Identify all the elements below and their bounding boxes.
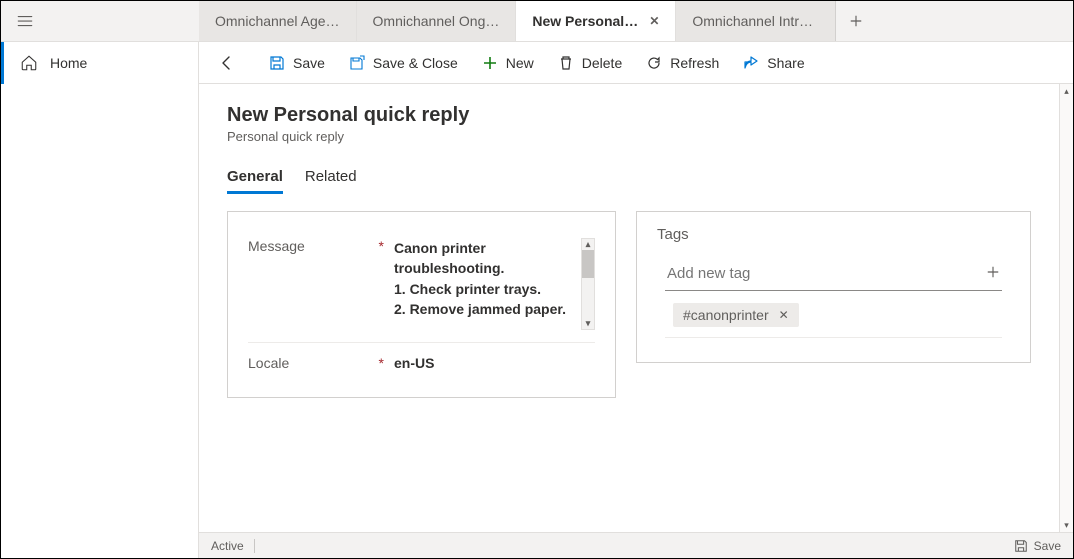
page-subtitle: Personal quick reply — [227, 129, 1031, 144]
tags-panel: Tags #canonprinter ✕ — [636, 211, 1031, 363]
delete-button[interactable]: Delete — [548, 49, 632, 77]
tab-general[interactable]: General — [227, 164, 283, 194]
tab-omnichannel-intraday[interactable]: Omnichannel Intra… — [676, 1, 836, 41]
scroll-up-icon[interactable]: ▴ — [1060, 84, 1073, 98]
save-icon — [269, 55, 285, 71]
scroll-down-icon[interactable]: ▾ — [1060, 518, 1073, 532]
statusbar-save-button[interactable]: Save — [1014, 539, 1061, 553]
refresh-button[interactable]: Refresh — [636, 49, 729, 77]
plus-icon — [482, 55, 498, 71]
content-area: New Personal quick reply Personal quick … — [199, 84, 1059, 532]
content-scrollbar[interactable]: ▴ ▾ — [1059, 84, 1073, 532]
hamburger-menu[interactable] — [1, 1, 49, 41]
add-tab-button[interactable] — [836, 1, 876, 41]
tags-title: Tags — [657, 226, 1010, 243]
message-text: Canon printer troubleshooting. 1. Check … — [394, 238, 581, 330]
add-tag-button[interactable] — [986, 263, 1000, 284]
refresh-icon — [646, 55, 662, 71]
general-panel: Message * Canon printer troubleshooting.… — [227, 211, 616, 398]
plus-icon — [849, 14, 863, 28]
remove-tag-icon[interactable]: ✕ — [779, 308, 789, 322]
save-close-button[interactable]: Save & Close — [339, 49, 468, 77]
save-icon — [1014, 539, 1028, 553]
message-label: Message * — [248, 238, 394, 254]
command-bar: Save Save & Close New Delete Refresh — [199, 42, 1073, 84]
add-tag-row[interactable] — [665, 257, 1002, 291]
tag-chip[interactable]: #canonprinter ✕ — [673, 303, 799, 327]
tab-related[interactable]: Related — [305, 164, 357, 194]
save-button[interactable]: Save — [259, 49, 335, 77]
back-button[interactable] — [211, 49, 243, 77]
sidebar: Home — [1, 42, 199, 558]
sidebar-item-label: Home — [50, 55, 87, 71]
new-button[interactable]: New — [472, 49, 544, 77]
hamburger-icon — [16, 12, 34, 30]
message-field[interactable]: Canon printer troubleshooting. 1. Check … — [394, 238, 595, 330]
locale-label: Locale * — [248, 355, 394, 371]
message-scrollbar[interactable]: ▴ ▾ — [581, 238, 595, 330]
required-indicator: * — [379, 238, 384, 254]
page-title: New Personal quick reply — [227, 104, 1031, 127]
form-tabs: General Related — [227, 164, 1031, 195]
status-bar: Active Save — [199, 532, 1073, 558]
tab-new-personal-quick-reply[interactable]: New Personal quick reply ✕ — [516, 1, 676, 41]
close-icon[interactable]: ✕ — [649, 14, 659, 28]
add-tag-input[interactable] — [667, 265, 986, 282]
scroll-up-icon[interactable]: ▴ — [586, 239, 591, 250]
tab-omnichannel-agent[interactable]: Omnichannel Age… — [199, 1, 357, 41]
plus-icon — [986, 265, 1000, 279]
tag-chip-label: #canonprinter — [683, 307, 769, 323]
home-icon — [20, 54, 38, 72]
save-close-icon — [349, 55, 365, 71]
record-status: Active — [211, 539, 244, 553]
scroll-down-icon[interactable]: ▾ — [586, 318, 591, 329]
sidebar-item-home[interactable]: Home — [1, 42, 198, 84]
scroll-thumb[interactable] — [582, 250, 594, 278]
tab-omnichannel-ongoing[interactable]: Omnichannel Ong… — [357, 1, 517, 41]
trash-icon — [558, 55, 574, 71]
share-button[interactable]: Share — [733, 49, 814, 77]
tab-strip: Omnichannel Age… Omnichannel Ong… New Pe… — [199, 1, 1073, 41]
share-icon — [743, 55, 759, 71]
back-arrow-icon — [219, 55, 235, 71]
locale-field[interactable]: en-US — [394, 355, 595, 371]
required-indicator: * — [379, 355, 384, 371]
